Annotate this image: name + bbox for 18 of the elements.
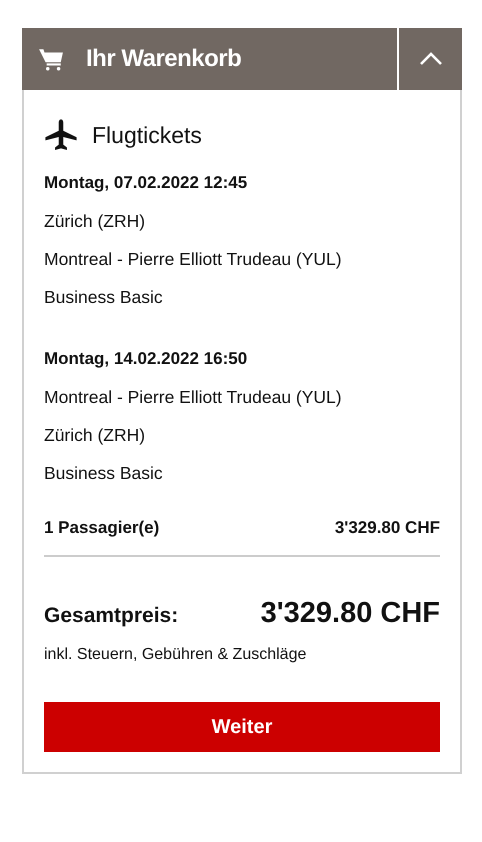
- flight-date: Montag, 07.02.2022 12:45: [44, 172, 248, 194]
- continue-button[interactable]: Weiter: [44, 702, 440, 752]
- passenger-price: 3'329.80 CHF: [334, 517, 440, 539]
- cart-title: Ihr Warenkorb: [86, 45, 242, 73]
- fare-class: Business Basic: [44, 286, 164, 309]
- passenger-count: 1 Passagier(e): [44, 517, 160, 539]
- section-title: Flugtickets: [92, 122, 202, 148]
- flight-date: Montag, 14.02.2022 16:50: [44, 348, 248, 370]
- departure-airport: Zürich (ZRH): [44, 210, 146, 233]
- total-price: 3'329.80 CHF: [260, 597, 440, 630]
- departure-airport: Montreal - Pierre Elliott Trudeau (YUL): [44, 386, 343, 409]
- fare-class: Business Basic: [44, 462, 164, 485]
- airplane-icon: [44, 118, 78, 152]
- arrival-airport: Zürich (ZRH): [44, 424, 146, 447]
- total-label: Gesamtpreis:: [44, 604, 178, 628]
- arrival-airport: Montreal - Pierre Elliott Trudeau (YUL): [44, 248, 343, 271]
- chevron-up-icon: [418, 51, 442, 67]
- tax-note: inkl. Steuern, Gebühren & Zuschläge: [44, 646, 308, 664]
